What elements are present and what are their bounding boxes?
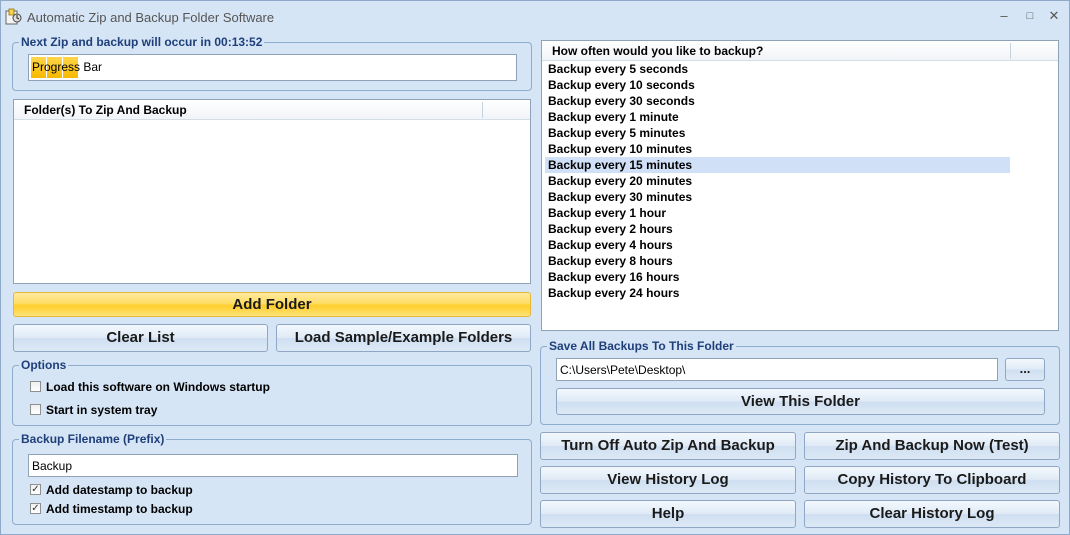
frequency-list-header[interactable]: How often would you like to backup?	[542, 41, 1058, 61]
window-title: Automatic Zip and Backup Folder Software	[27, 10, 275, 25]
folders-list-header[interactable]: Folder(s) To Zip And Backup	[14, 100, 530, 120]
start-in-tray-label: Start in system tray	[46, 403, 158, 417]
frequency-option[interactable]: Backup every 16 hours	[545, 269, 1010, 285]
frequency-column-header: How often would you like to backup?	[552, 44, 764, 58]
app-icon	[5, 8, 22, 25]
frequency-option[interactable]: Backup every 15 minutes	[545, 157, 1010, 173]
frequency-option[interactable]: Backup every 1 minute	[545, 109, 1010, 125]
checkbox-box[interactable]	[30, 381, 41, 392]
frequency-option[interactable]: Backup every 10 seconds	[545, 77, 1010, 93]
frequency-list[interactable]: How often would you like to backup? Back…	[541, 40, 1059, 331]
filename-prefix-input[interactable]	[28, 454, 518, 477]
filename-title: Backup Filename (Prefix)	[19, 432, 167, 446]
minimize-button[interactable]: –	[993, 7, 1015, 25]
title-bar: Automatic Zip and Backup Folder Software…	[1, 1, 1069, 32]
view-history-label: View History Log	[607, 471, 729, 488]
checkbox-box[interactable]	[30, 404, 41, 415]
close-button[interactable]: ✕	[1043, 7, 1065, 25]
progress-text: Progress Bar	[32, 60, 103, 74]
options-title: Options	[19, 358, 69, 372]
frequency-option[interactable]: Backup every 2 hours	[545, 221, 1010, 237]
copy-history-label: Copy History To Clipboard	[837, 471, 1027, 488]
add-folder-label: Add Folder	[232, 296, 312, 313]
check-icon[interactable]: ✓	[30, 484, 41, 495]
browse-label: ...	[1019, 361, 1031, 376]
load-on-startup-label: Load this software on Windows startup	[46, 380, 270, 394]
frequency-option[interactable]: Backup every 24 hours	[545, 285, 1010, 301]
clear-list-label: Clear List	[106, 329, 175, 346]
view-history-button[interactable]: View History Log	[540, 466, 796, 494]
browse-button[interactable]: ...	[1005, 358, 1045, 381]
clear-history-button[interactable]: Clear History Log	[804, 500, 1060, 528]
add-datestamp-label: Add datestamp to backup	[46, 483, 193, 497]
frequency-option[interactable]: Backup every 10 minutes	[545, 141, 1010, 157]
frequency-option[interactable]: Backup every 1 hour	[545, 205, 1010, 221]
progress-bar: Progress Bar	[28, 54, 517, 81]
turn-off-auto-label: Turn Off Auto Zip And Backup	[561, 437, 775, 454]
zip-now-label: Zip And Backup Now (Test)	[835, 437, 1029, 454]
help-button[interactable]: Help	[540, 500, 796, 528]
column-separator[interactable]	[482, 102, 483, 118]
frequency-option[interactable]: Backup every 5 minutes	[545, 125, 1010, 141]
save-folder-path-input[interactable]	[556, 358, 998, 381]
frequency-option[interactable]: Backup every 30 seconds	[545, 93, 1010, 109]
check-icon[interactable]: ✓	[30, 503, 41, 514]
schedule-group: Next Zip and backup will occur in 00:13:…	[12, 35, 532, 91]
app-window: Automatic Zip and Backup Folder Software…	[0, 0, 1070, 535]
frequency-option[interactable]: Backup every 5 seconds	[545, 61, 1010, 77]
view-folder-label: View This Folder	[741, 393, 860, 410]
column-separator[interactable]	[1010, 43, 1011, 59]
folders-list[interactable]: Folder(s) To Zip And Backup	[13, 99, 531, 284]
load-sample-label: Load Sample/Example Folders	[294, 329, 513, 346]
view-folder-button[interactable]: View This Folder	[556, 388, 1045, 415]
load-sample-button[interactable]: Load Sample/Example Folders	[276, 324, 531, 352]
options-group: Options Load this software on Windows st…	[12, 358, 532, 426]
copy-history-button[interactable]: Copy History To Clipboard	[804, 466, 1060, 494]
turn-off-auto-button[interactable]: Turn Off Auto Zip And Backup	[540, 432, 796, 460]
frequency-option[interactable]: Backup every 4 hours	[545, 237, 1010, 253]
save-folder-group: Save All Backups To This Folder ... View…	[540, 339, 1060, 425]
frequency-option[interactable]: Backup every 20 minutes	[545, 173, 1010, 189]
add-folder-button[interactable]: Add Folder	[13, 292, 531, 317]
help-label: Help	[651, 505, 685, 522]
filename-group: Backup Filename (Prefix) ✓ Add datestamp…	[12, 432, 532, 525]
add-timestamp-label: Add timestamp to backup	[46, 502, 193, 516]
frequency-option[interactable]: Backup every 30 minutes	[545, 189, 1010, 205]
schedule-title: Next Zip and backup will occur in 00:13:…	[19, 35, 265, 49]
clear-history-label: Clear History Log	[869, 505, 995, 522]
zip-now-button[interactable]: Zip And Backup Now (Test)	[804, 432, 1060, 460]
maximize-button[interactable]: □	[1019, 7, 1041, 25]
folders-column-header: Folder(s) To Zip And Backup	[24, 103, 187, 117]
clear-list-button[interactable]: Clear List	[13, 324, 268, 352]
save-folder-title: Save All Backups To This Folder	[547, 339, 736, 353]
frequency-option[interactable]: Backup every 8 hours	[545, 253, 1010, 269]
